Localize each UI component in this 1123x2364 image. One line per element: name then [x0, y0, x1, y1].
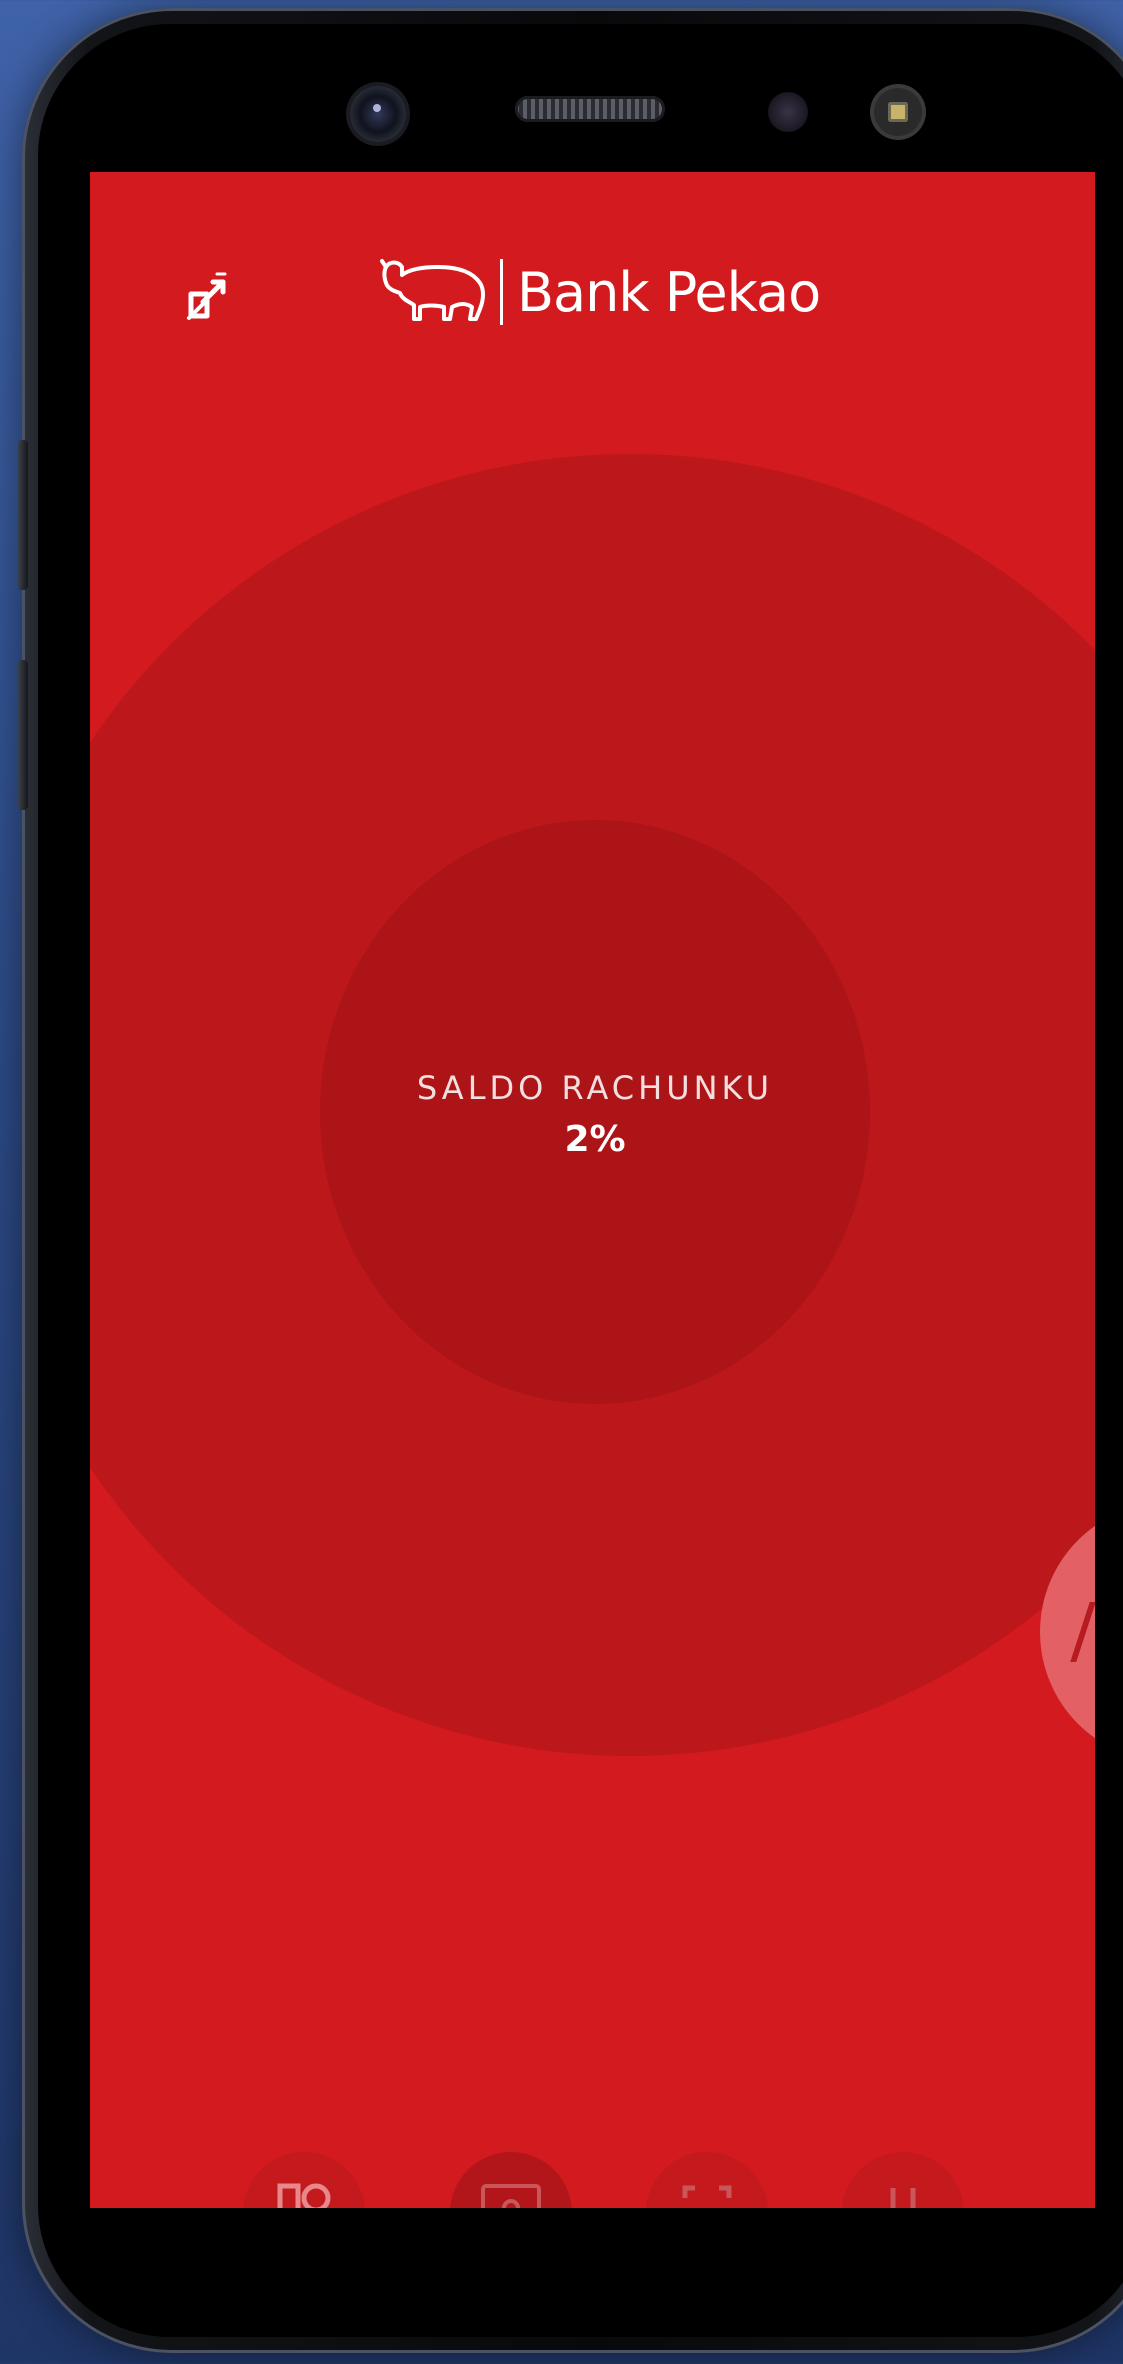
- earpiece-speaker: [515, 96, 665, 122]
- proximity-sensor: [768, 92, 808, 132]
- menu-icon: [890, 2188, 916, 2208]
- nav-menu[interactable]: [842, 2152, 964, 2208]
- bank-logo: Bank Pekao: [380, 252, 821, 332]
- scan-icon: [682, 2185, 732, 2198]
- power-button: [18, 660, 28, 810]
- balance-label: SALDO RACHUNKU: [416, 1068, 774, 1107]
- app-screen: SALDO RACHUNKU 2% Bank Pekao: [90, 172, 1095, 2208]
- nav-card[interactable]: [450, 2152, 572, 2208]
- accounts-icon: [277, 2183, 331, 2208]
- header: Bank Pekao: [90, 172, 1095, 422]
- balance-circle[interactable]: SALDO RACHUNKU 2%: [320, 820, 870, 1404]
- logo-divider: [500, 259, 503, 325]
- volume-button: [18, 440, 28, 590]
- tag-off-icon: [187, 272, 227, 320]
- bank-name: Bank Pekao: [517, 260, 821, 324]
- bison-icon: [380, 259, 485, 321]
- bottom-navigation: [90, 2152, 1095, 2208]
- tag-off-button[interactable]: [178, 267, 238, 327]
- nav-accounts[interactable]: [243, 2152, 365, 2208]
- balance-value: 2%: [564, 1118, 626, 1160]
- nav-scan[interactable]: [646, 2152, 768, 2208]
- card-icon: [481, 2184, 541, 2208]
- front-flash: [874, 88, 922, 136]
- front-camera: [350, 86, 406, 142]
